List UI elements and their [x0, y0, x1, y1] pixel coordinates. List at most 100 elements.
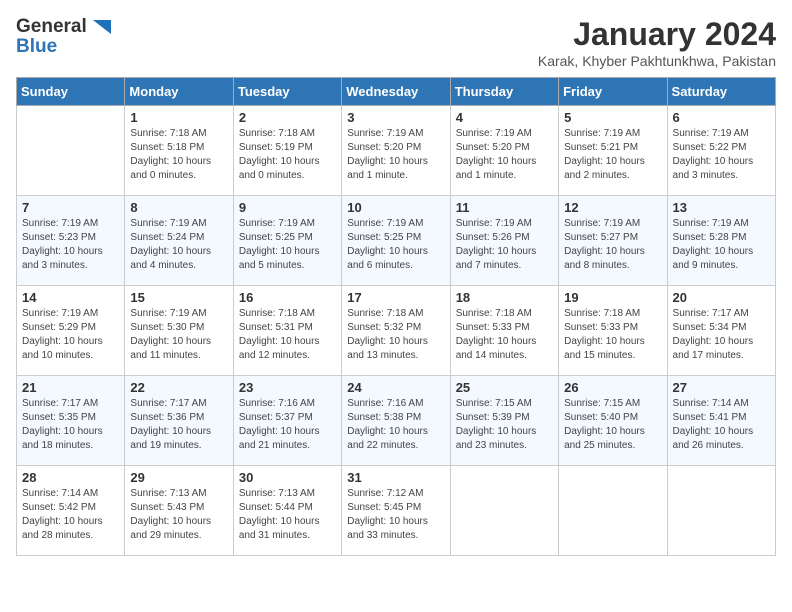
day-number: 4 — [456, 110, 553, 125]
week-row-1: 1 Sunrise: 7:18 AM Sunset: 5:18 PM Daylig… — [17, 106, 776, 196]
cell-info: Sunrise: 7:16 AM Sunset: 5:38 PM Dayligh… — [347, 397, 444, 453]
cell-info: Sunrise: 7:17 AM Sunset: 5:35 PM Dayligh… — [22, 397, 119, 453]
calendar-cell: 7Sunrise: 7:19 AM Sunset: 5:23 PM Daylig… — [17, 196, 125, 286]
day-number: 29 — [130, 470, 227, 485]
calendar-cell: 23 Sunrise: 7:16 AM Sunset: 5:37 PM Dayli… — [233, 376, 341, 466]
calendar-cell: 13 Sunrise: 7:19 AM Sunset: 5:28 PM Dayli… — [667, 196, 775, 286]
calendar-cell: 10Sunrise: 7:19 AM Sunset: 5:25 PM Dayli… — [342, 196, 450, 286]
calendar-cell: 17 Sunrise: 7:18 AM Sunset: 5:32 PM Dayli… — [342, 286, 450, 376]
calendar-cell: 30 Sunrise: 7:13 AM Sunset: 5:44 PM Dayli… — [233, 466, 341, 556]
day-header-tuesday: Tuesday — [233, 78, 341, 106]
cell-info: Sunrise: 7:17 AM Sunset: 5:34 PM Dayligh… — [673, 307, 770, 363]
cell-info: Sunrise: 7:16 AM Sunset: 5:37 PM Dayligh… — [239, 397, 336, 453]
calendar-cell: 12Sunrise: 7:19 AM Sunset: 5:27 PM Dayli… — [559, 196, 667, 286]
calendar-cell: 28Sunrise: 7:14 AM Sunset: 5:42 PM Dayli… — [17, 466, 125, 556]
day-number: 18 — [456, 290, 553, 305]
calendar-cell: 29 Sunrise: 7:13 AM Sunset: 5:43 PM Dayli… — [125, 466, 233, 556]
cell-info: Sunrise: 7:13 AM Sunset: 5:44 PM Dayligh… — [239, 487, 336, 543]
week-row-3: 14Sunrise: 7:19 AM Sunset: 5:29 PM Dayli… — [17, 286, 776, 376]
location-title: Karak, Khyber Pakhtunkhwa, Pakistan — [538, 53, 776, 69]
day-number: 20 — [673, 290, 770, 305]
day-number: 19 — [564, 290, 661, 305]
week-row-4: 21 Sunrise: 7:17 AM Sunset: 5:35 PM Dayli… — [17, 376, 776, 466]
day-number: 28 — [22, 470, 119, 485]
day-number: 21 — [22, 380, 119, 395]
calendar-cell — [667, 466, 775, 556]
calendar-cell: 19Sunrise: 7:18 AM Sunset: 5:33 PM Dayli… — [559, 286, 667, 376]
calendar-cell: 22Sunrise: 7:17 AM Sunset: 5:36 PM Dayli… — [125, 376, 233, 466]
calendar-cell: 14Sunrise: 7:19 AM Sunset: 5:29 PM Dayli… — [17, 286, 125, 376]
title-area: January 2024 Karak, Khyber Pakhtunkhwa, … — [538, 16, 776, 69]
calendar-cell: 15Sunrise: 7:19 AM Sunset: 5:30 PM Dayli… — [125, 286, 233, 376]
calendar-cell: 16Sunrise: 7:18 AM Sunset: 5:31 PM Dayli… — [233, 286, 341, 376]
cell-info: Sunrise: 7:15 AM Sunset: 5:39 PM Dayligh… — [456, 397, 553, 453]
calendar-cell: 24 Sunrise: 7:16 AM Sunset: 5:38 PM Dayli… — [342, 376, 450, 466]
cell-info: Sunrise: 7:19 AM Sunset: 5:26 PM Dayligh… — [456, 217, 553, 273]
calendar-cell: 5 Sunrise: 7:19 AM Sunset: 5:21 PM Daylig… — [559, 106, 667, 196]
cell-info: Sunrise: 7:18 AM Sunset: 5:19 PM Dayligh… — [239, 127, 336, 183]
day-number: 9 — [239, 200, 336, 215]
calendar-cell: 25 Sunrise: 7:15 AM Sunset: 5:39 PM Dayli… — [450, 376, 558, 466]
day-number: 23 — [239, 380, 336, 395]
calendar-cell — [559, 466, 667, 556]
day-number: 30 — [239, 470, 336, 485]
day-number: 8 — [130, 200, 227, 215]
day-number: 25 — [456, 380, 553, 395]
cell-info: Sunrise: 7:19 AM Sunset: 5:20 PM Dayligh… — [456, 127, 553, 183]
logo-container: General Blue — [16, 16, 111, 58]
day-header-thursday: Thursday — [450, 78, 558, 106]
day-number: 13 — [673, 200, 770, 215]
days-header-row: SundayMondayTuesdayWednesdayThursdayFrid… — [17, 78, 776, 106]
calendar-cell: 4 Sunrise: 7:19 AM Sunset: 5:20 PM Daylig… — [450, 106, 558, 196]
cell-info: Sunrise: 7:18 AM Sunset: 5:18 PM Dayligh… — [130, 127, 227, 183]
day-number: 26 — [564, 380, 661, 395]
calendar-cell: 6 Sunrise: 7:19 AM Sunset: 5:22 PM Daylig… — [667, 106, 775, 196]
cell-info: Sunrise: 7:19 AM Sunset: 5:30 PM Dayligh… — [130, 307, 227, 363]
calendar-cell — [17, 106, 125, 196]
calendar-cell: 8 Sunrise: 7:19 AM Sunset: 5:24 PM Daylig… — [125, 196, 233, 286]
calendar-cell: 31Sunrise: 7:12 AM Sunset: 5:45 PM Dayli… — [342, 466, 450, 556]
cell-info: Sunrise: 7:19 AM Sunset: 5:21 PM Dayligh… — [564, 127, 661, 183]
calendar-cell: 9 Sunrise: 7:19 AM Sunset: 5:25 PM Daylig… — [233, 196, 341, 286]
day-number: 16 — [239, 290, 336, 305]
day-number: 10 — [347, 200, 444, 215]
cell-info: Sunrise: 7:15 AM Sunset: 5:40 PM Dayligh… — [564, 397, 661, 453]
calendar-cell: 26 Sunrise: 7:15 AM Sunset: 5:40 PM Dayli… — [559, 376, 667, 466]
cell-info: Sunrise: 7:19 AM Sunset: 5:23 PM Dayligh… — [22, 217, 119, 273]
calendar-cell: 21 Sunrise: 7:17 AM Sunset: 5:35 PM Dayli… — [17, 376, 125, 466]
logo-triangle-icon — [89, 16, 111, 38]
calendar-cell — [450, 466, 558, 556]
cell-info: Sunrise: 7:19 AM Sunset: 5:24 PM Dayligh… — [130, 217, 227, 273]
calendar-cell: 2 Sunrise: 7:18 AM Sunset: 5:19 PM Daylig… — [233, 106, 341, 196]
month-title: January 2024 — [538, 16, 776, 53]
day-number: 22 — [130, 380, 227, 395]
cell-info: Sunrise: 7:13 AM Sunset: 5:43 PM Dayligh… — [130, 487, 227, 543]
cell-info: Sunrise: 7:18 AM Sunset: 5:33 PM Dayligh… — [456, 307, 553, 363]
week-row-5: 28Sunrise: 7:14 AM Sunset: 5:42 PM Dayli… — [17, 466, 776, 556]
logo: General Blue — [16, 16, 111, 58]
week-row-2: 7Sunrise: 7:19 AM Sunset: 5:23 PM Daylig… — [17, 196, 776, 286]
day-number: 5 — [564, 110, 661, 125]
logo-blue-text: Blue — [16, 36, 57, 58]
calendar-cell: 1 Sunrise: 7:18 AM Sunset: 5:18 PM Daylig… — [125, 106, 233, 196]
calendar-cell: 18 Sunrise: 7:18 AM Sunset: 5:33 PM Dayli… — [450, 286, 558, 376]
cell-info: Sunrise: 7:18 AM Sunset: 5:32 PM Dayligh… — [347, 307, 444, 363]
logo-general-text: General — [16, 16, 87, 38]
day-number: 31 — [347, 470, 444, 485]
day-number: 12 — [564, 200, 661, 215]
day-number: 2 — [239, 110, 336, 125]
calendar-table: SundayMondayTuesdayWednesdayThursdayFrid… — [16, 77, 776, 556]
cell-info: Sunrise: 7:19 AM Sunset: 5:25 PM Dayligh… — [239, 217, 336, 273]
day-number: 14 — [22, 290, 119, 305]
page-header: General Blue January 2024 Karak, Khyber … — [16, 16, 776, 69]
day-number: 1 — [130, 110, 227, 125]
cell-info: Sunrise: 7:19 AM Sunset: 5:28 PM Dayligh… — [673, 217, 770, 273]
cell-info: Sunrise: 7:14 AM Sunset: 5:41 PM Dayligh… — [673, 397, 770, 453]
day-number: 6 — [673, 110, 770, 125]
calendar-cell: 20 Sunrise: 7:17 AM Sunset: 5:34 PM Dayli… — [667, 286, 775, 376]
day-number: 17 — [347, 290, 444, 305]
day-number: 3 — [347, 110, 444, 125]
day-number: 24 — [347, 380, 444, 395]
day-number: 27 — [673, 380, 770, 395]
cell-info: Sunrise: 7:19 AM Sunset: 5:22 PM Dayligh… — [673, 127, 770, 183]
